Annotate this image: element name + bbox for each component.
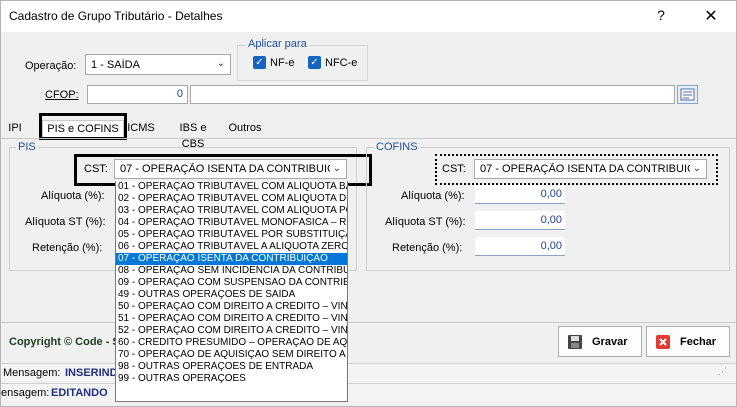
close-icon	[656, 335, 670, 349]
cst-option[interactable]: 60 - CRÉDITO PRESUMIDO – OPERAÇÃO DE AQU…	[116, 337, 347, 349]
cst-option[interactable]: 07 - OPERAÇÃO ISENTA DA CONTRIBUIÇÃO	[116, 253, 347, 265]
pis-aliquota-st-label: Alíquota ST (%):	[25, 216, 106, 228]
cst-option[interactable]: 50 - OPERAÇÃO COM DIREITO A CRÉDITO – VI…	[116, 301, 347, 313]
cst-option[interactable]: 06 - OPERAÇÃO TRIBUTÁVEL A ALÍQUOTA ZERO	[116, 241, 347, 253]
cst-option[interactable]: 08 - OPERAÇÃO SEM INCIDÊNCIA DA CONTRIBU…	[116, 265, 347, 277]
dialog-window: Cadastro de Grupo Tributário - Detalhes …	[0, 0, 737, 407]
cfop-input[interactable]: 0	[87, 85, 188, 104]
pis-retencao-label: Retenção (%):	[32, 242, 103, 254]
cst-dropdown-list[interactable]: 01 - OPERAÇÃO TRIBUTÁVEL COM ALÍQUOTA BÁ…	[115, 181, 348, 402]
gravar-button[interactable]: Gravar	[558, 326, 642, 357]
message-bar-2: ensagem: EDITANDO	[1, 383, 736, 401]
cst-option[interactable]: 01 - OPERAÇÃO TRIBUTÁVEL COM ALÍQUOTA BÁ…	[116, 181, 347, 193]
cst-option[interactable]: 99 - OUTRAS OPERAÇÕES	[116, 373, 347, 385]
operacao-select[interactable]: 1 - SAÍDA ⌄	[85, 54, 231, 75]
tab-outros[interactable]: Outros	[226, 120, 264, 138]
cst-option[interactable]: 09 - OPERAÇÃO COM SUSPENSÃO DA CONTRIBUI…	[116, 277, 347, 289]
pis-aliquota-label: Alíquota (%):	[41, 190, 105, 202]
operacao-label: Operação:	[25, 60, 77, 72]
cfop-label: CFOP:	[45, 89, 79, 101]
resize-grip-icon[interactable]: ⋰	[718, 366, 730, 378]
cst-option[interactable]: 04 - OPERAÇÃO TRIBUTÁVEL MONOFÁSICA – RE…	[116, 217, 347, 229]
fechar-button[interactable]: Fechar	[646, 326, 730, 357]
cofins-aliquota-label: Alíquota (%):	[401, 190, 465, 202]
fechar-label: Fechar	[680, 336, 717, 348]
nfce-label: NFC-e	[325, 57, 358, 69]
message-label-2: ensagem:	[1, 387, 50, 399]
nfe-label: NF-e	[270, 57, 295, 69]
cst-option[interactable]: 51 - OPERAÇÃO COM DIREITO A CRÉDITO – VI…	[116, 313, 347, 325]
message-bar-1: Mensagem: INSERIND ⋰	[1, 363, 736, 381]
cst-option[interactable]: 05 - OPERAÇÃO TRIBUTÁVEL POR SUBSTITUIÇÃ…	[116, 229, 347, 241]
cfop-description-input[interactable]	[190, 85, 675, 104]
search-icon[interactable]	[677, 85, 698, 104]
footer: Copyright © Code - S Gravar Fechar Mensa…	[1, 322, 736, 406]
highlight-box-tab	[39, 113, 127, 140]
save-icon	[568, 335, 582, 349]
cofins-title: COFINS	[374, 141, 420, 153]
message-label-1: Mensagem:	[3, 367, 61, 379]
tab-divider	[1, 138, 736, 139]
window-title: Cadastro de Grupo Tributário - Detalhes	[9, 9, 223, 23]
cst-option[interactable]: 02 - OPERAÇÃO TRIBUTÁVEL COM ALÍQUOTA DI…	[116, 193, 347, 205]
copyright-text: Copyright © Code - S	[9, 336, 120, 348]
cst-option[interactable]: 52 - OPERAÇÃO COM DIREITO A CRÉDITO – VI…	[116, 325, 347, 337]
focus-box-cofins-cst	[435, 154, 718, 185]
message-value-1: INSERIND	[65, 367, 118, 379]
tab-icms[interactable]: ICMS	[125, 120, 157, 138]
gravar-label: Gravar	[592, 336, 628, 348]
cofins-aliquota-st-label: Alíquota ST (%):	[385, 216, 466, 228]
message-value-2: EDITANDO	[51, 387, 108, 399]
aplicar-para-title: Aplicar para	[246, 38, 309, 50]
pis-title: PIS	[16, 141, 38, 153]
cofins-retencao-label: Retenção (%):	[392, 242, 463, 254]
tab-ibs-cbs[interactable]: IBS e CBS	[167, 120, 219, 150]
chevron-down-icon: ⌄	[216, 58, 225, 69]
nfe-checkbox[interactable]: ✓	[253, 56, 266, 69]
tab-ipi[interactable]: IPI	[5, 120, 25, 138]
cofins-aliquota-input[interactable]: 0,00	[475, 185, 565, 204]
cst-option[interactable]: 70 - OPERAÇÃO DE AQUISIÇÃO SEM DIREITO A…	[116, 349, 347, 361]
title-bar: Cadastro de Grupo Tributário - Detalhes …	[1, 1, 736, 32]
cst-option[interactable]: 03 - OPERAÇÃO TRIBUTÁVEL COM ALÍQUOTA PO…	[116, 205, 347, 217]
cofins-aliquota-st-input[interactable]: 0,00	[475, 211, 565, 230]
close-icon[interactable]: ✕	[701, 6, 721, 26]
operacao-value: 1 - SAÍDA	[91, 59, 140, 71]
cofins-retencao-input[interactable]: 0,00	[475, 237, 565, 256]
help-icon[interactable]: ?	[651, 7, 671, 23]
form-content: Operação: 1 - SAÍDA ⌄ Aplicar para ✓ NF-…	[1, 32, 736, 322]
nfce-checkbox[interactable]: ✓	[308, 56, 321, 69]
cst-option[interactable]: 98 - OUTRAS OPERAÇÕES DE ENTRADA	[116, 361, 347, 373]
cst-option[interactable]: 49 - OUTRAS OPERAÇÕES DE SAÍDA	[116, 289, 347, 301]
